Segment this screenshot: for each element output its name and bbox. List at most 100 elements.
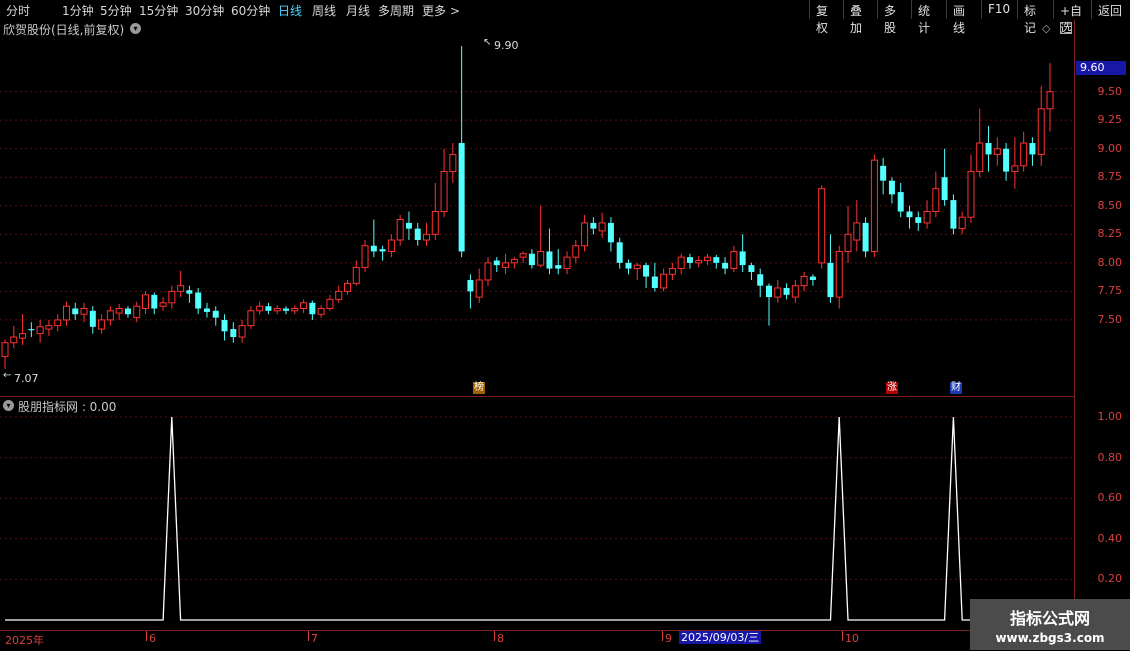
- candle: [458, 46, 465, 258]
- high-arrow-icon: ↖: [483, 37, 492, 48]
- candle: [502, 253, 510, 275]
- candle: [695, 256, 703, 268]
- candle: [203, 302, 210, 318]
- date-axis: 2025年 6 7 8 9 10: [0, 630, 1130, 651]
- candle: [414, 222, 421, 246]
- candle: [54, 314, 62, 332]
- candle: [89, 306, 96, 334]
- event-marker[interactable]: 榜: [473, 382, 485, 394]
- candle: [722, 257, 729, 275]
- candle: [300, 299, 308, 314]
- candle: [159, 297, 167, 311]
- indicator-tick-label: 0.60: [1097, 491, 1123, 505]
- candle: [19, 314, 27, 346]
- candle: [265, 302, 272, 315]
- candle: [651, 262, 658, 292]
- candle: [352, 260, 360, 286]
- candle: [221, 314, 228, 341]
- candle: [1029, 137, 1036, 166]
- period-tab-2[interactable]: 5分钟: [100, 2, 132, 19]
- period-tab-6[interactable]: 日线: [278, 2, 302, 19]
- candle: [493, 257, 500, 272]
- watermark-title: 指标公式网: [1009, 609, 1090, 628]
- candle: [853, 200, 861, 252]
- price-tick-label: 7.50: [1097, 312, 1123, 326]
- action-button-2[interactable]: 多股: [877, 0, 911, 35]
- candle: [467, 274, 474, 309]
- period-tab-8[interactable]: 月线: [346, 2, 370, 19]
- action-button-3[interactable]: 统计: [911, 0, 946, 35]
- candle: [115, 303, 123, 320]
- candle: [563, 251, 571, 275]
- candle: [1, 339, 9, 369]
- price-tick-label: 7.75: [1097, 284, 1123, 298]
- event-marker[interactable]: 涨: [886, 382, 898, 394]
- candle: [528, 249, 535, 269]
- period-tab-5[interactable]: 60分钟: [231, 2, 270, 19]
- candle: [98, 314, 106, 334]
- candle: [625, 259, 632, 275]
- candle: [247, 306, 255, 330]
- high-price-label: 9.90: [494, 39, 519, 52]
- candle: [405, 211, 412, 241]
- candle: [10, 325, 18, 349]
- date-tick: [146, 631, 147, 641]
- period-tab-9[interactable]: 多周期: [378, 2, 414, 19]
- period-tab-4[interactable]: 30分钟: [185, 2, 224, 19]
- action-button-4[interactable]: 画线: [946, 0, 981, 35]
- candle: [106, 306, 114, 326]
- action-button-5[interactable]: F10: [981, 0, 1017, 19]
- candle: [1046, 63, 1054, 132]
- candle: [317, 305, 325, 318]
- price-tick-label: 8.00: [1097, 255, 1123, 269]
- indicator-tick-label: 1.00: [1097, 410, 1123, 423]
- action-button-6[interactable]: 标记: [1017, 0, 1053, 35]
- action-button-7[interactable]: +自选: [1053, 0, 1091, 35]
- candle: [45, 319, 53, 336]
- candle: [660, 268, 668, 292]
- candle: [906, 205, 913, 229]
- candle: [677, 253, 685, 275]
- candle: [1020, 131, 1028, 172]
- indicator-chart: [0, 416, 1072, 621]
- action-button-1[interactable]: 叠加: [843, 0, 877, 35]
- candle: [62, 301, 70, 326]
- current-price-flag: 9.60: [1076, 61, 1126, 75]
- candle: [923, 200, 931, 229]
- candle: [335, 285, 343, 303]
- period-tab-3[interactable]: 15分钟: [139, 2, 178, 19]
- candle: [950, 194, 957, 235]
- price-tick-label: 9.50: [1097, 84, 1123, 98]
- price-tick-label: 8.75: [1097, 170, 1123, 184]
- candle: [370, 219, 377, 258]
- candle: [309, 300, 316, 320]
- candle: [932, 171, 940, 218]
- candle: [1003, 143, 1010, 181]
- action-button-0[interactable]: 复权: [809, 0, 843, 35]
- indicator-tick-label: 0.40: [1097, 531, 1123, 545]
- period-tab-7[interactable]: 周线: [312, 2, 336, 19]
- indicator-tick-label: 0.20: [1097, 572, 1123, 586]
- candle: [186, 285, 193, 303]
- candle: [686, 253, 693, 269]
- candle: [283, 306, 290, 315]
- candle: [643, 262, 650, 288]
- action-button-8[interactable]: 返回: [1091, 0, 1130, 19]
- candle: [800, 271, 808, 292]
- candle: [151, 292, 158, 315]
- date-tick: [842, 631, 843, 641]
- indicator-axis: 1.00 0.80 0.60 0.40 0.20: [1074, 397, 1130, 630]
- candle: [985, 125, 992, 172]
- candle: [844, 205, 852, 263]
- candle: [668, 262, 676, 280]
- candle: [431, 182, 439, 241]
- period-tab-10[interactable]: 更多 >: [422, 2, 460, 19]
- price-tick-label: 9.00: [1097, 141, 1123, 155]
- period-tab-0[interactable]: 分时: [6, 2, 30, 19]
- price-axis: 9.50 9.25 9.00 8.75 8.50 8.25 8.00 7.75 7.50: [1074, 20, 1130, 396]
- event-marker[interactable]: 财: [950, 382, 962, 394]
- candle: [238, 319, 246, 343]
- watermark: 指标公式网 www.zbgs3.com: [970, 599, 1130, 650]
- candle: [537, 205, 545, 268]
- period-tab-1[interactable]: 1分钟: [62, 2, 94, 19]
